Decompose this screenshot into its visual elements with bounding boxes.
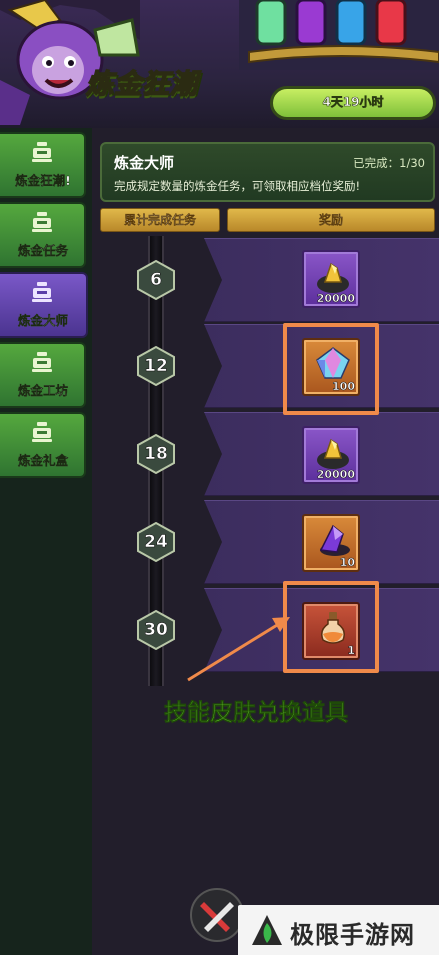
scale-icon [32, 142, 52, 162]
panel-description: 完成规定数量的炼金任务，可领取相应档位奖励! [114, 179, 361, 193]
scale-icon [32, 282, 52, 302]
progress-text: 已完成：1/30 [353, 156, 425, 170]
row-notch [204, 500, 222, 584]
reward-quantity: 20000 [316, 292, 355, 306]
scale-icon [32, 422, 52, 442]
row-notch [204, 588, 222, 672]
reward-quantity: 20000 [316, 468, 355, 482]
info-box: 炼金大师 已完成：1/30 完成规定数量的炼金任务，可领取相应档位奖励! [100, 142, 435, 202]
tab-label: 炼金礼盒 [17, 453, 68, 468]
row-notch [204, 412, 222, 496]
reward-item-gold-ore[interactable]: 20000 [302, 250, 360, 308]
gold-ore-icon [317, 262, 349, 293]
gold-ore-icon [317, 438, 349, 469]
milestone-node: 18 [136, 434, 176, 474]
highlight-box [283, 581, 379, 673]
purple-crystal-icon [319, 524, 350, 556]
tab-alchemy-giftbox[interactable]: 炼金礼盒 [0, 412, 86, 478]
leaf-logo-icon [252, 915, 282, 945]
tab-label: 炼金大师 [17, 313, 68, 328]
tab-alchemy-tasks[interactable]: 炼金任务 [0, 202, 86, 268]
milestone-count: 6 [150, 270, 162, 291]
highlight-box [283, 323, 379, 415]
main-panel: 炼金大师 已完成：1/30 完成规定数量的炼金任务，可领取相应档位奖励! 累计完… [92, 128, 439, 955]
potion-tubes-icon [239, 0, 439, 70]
row-notch [204, 324, 222, 408]
tab-alchemy-master[interactable]: 炼金大师 [0, 272, 88, 338]
scale-icon [32, 212, 52, 232]
sidebar: 炼金狂潮! 炼金任务 炼金大师 炼金工坊 炼金礼盒 [0, 128, 92, 955]
milestone-node: 24 [136, 522, 176, 562]
row-notch [204, 238, 222, 322]
column-header-tasks: 累计完成任务 [100, 208, 220, 232]
scale-icon [32, 352, 52, 372]
emblem-icon [190, 888, 244, 942]
tab-label: 炼金狂潮! [15, 173, 71, 188]
milestone-node: 12 [136, 346, 176, 386]
tab-alchemy-rush[interactable]: 炼金狂潮! [0, 132, 86, 198]
milestone-count: 12 [144, 356, 168, 377]
reward-item-gold-ore[interactable]: 20000 [302, 426, 360, 484]
tab-label: 炼金工坊 [17, 383, 68, 398]
column-header-rewards: 奖励 [227, 208, 435, 232]
event-title: 炼金狂潮 [85, 68, 198, 101]
milestone-count: 18 [144, 444, 168, 465]
countdown-timer: 4天19小时 [322, 95, 384, 110]
milestone-node: 30 [136, 610, 176, 650]
callout-label: 技能皮肤兑换道具 [164, 700, 349, 727]
milestone-node: 6 [136, 260, 176, 300]
tab-label: 炼金任务 [17, 243, 68, 258]
reward-quantity: 10 [339, 556, 355, 570]
milestone-count: 30 [144, 620, 168, 641]
watermark-logo: 极限手游网 [238, 905, 439, 955]
milestone-count: 24 [144, 532, 168, 553]
event-header: 炼金狂潮 4天19小时 [0, 0, 439, 128]
panel-title: 炼金大师 [114, 154, 175, 172]
reward-item-purple-crystal[interactable]: 10 [302, 514, 360, 572]
watermark-text: 极限手游网 [290, 920, 415, 949]
tab-alchemy-workshop[interactable]: 炼金工坊 [0, 342, 86, 408]
